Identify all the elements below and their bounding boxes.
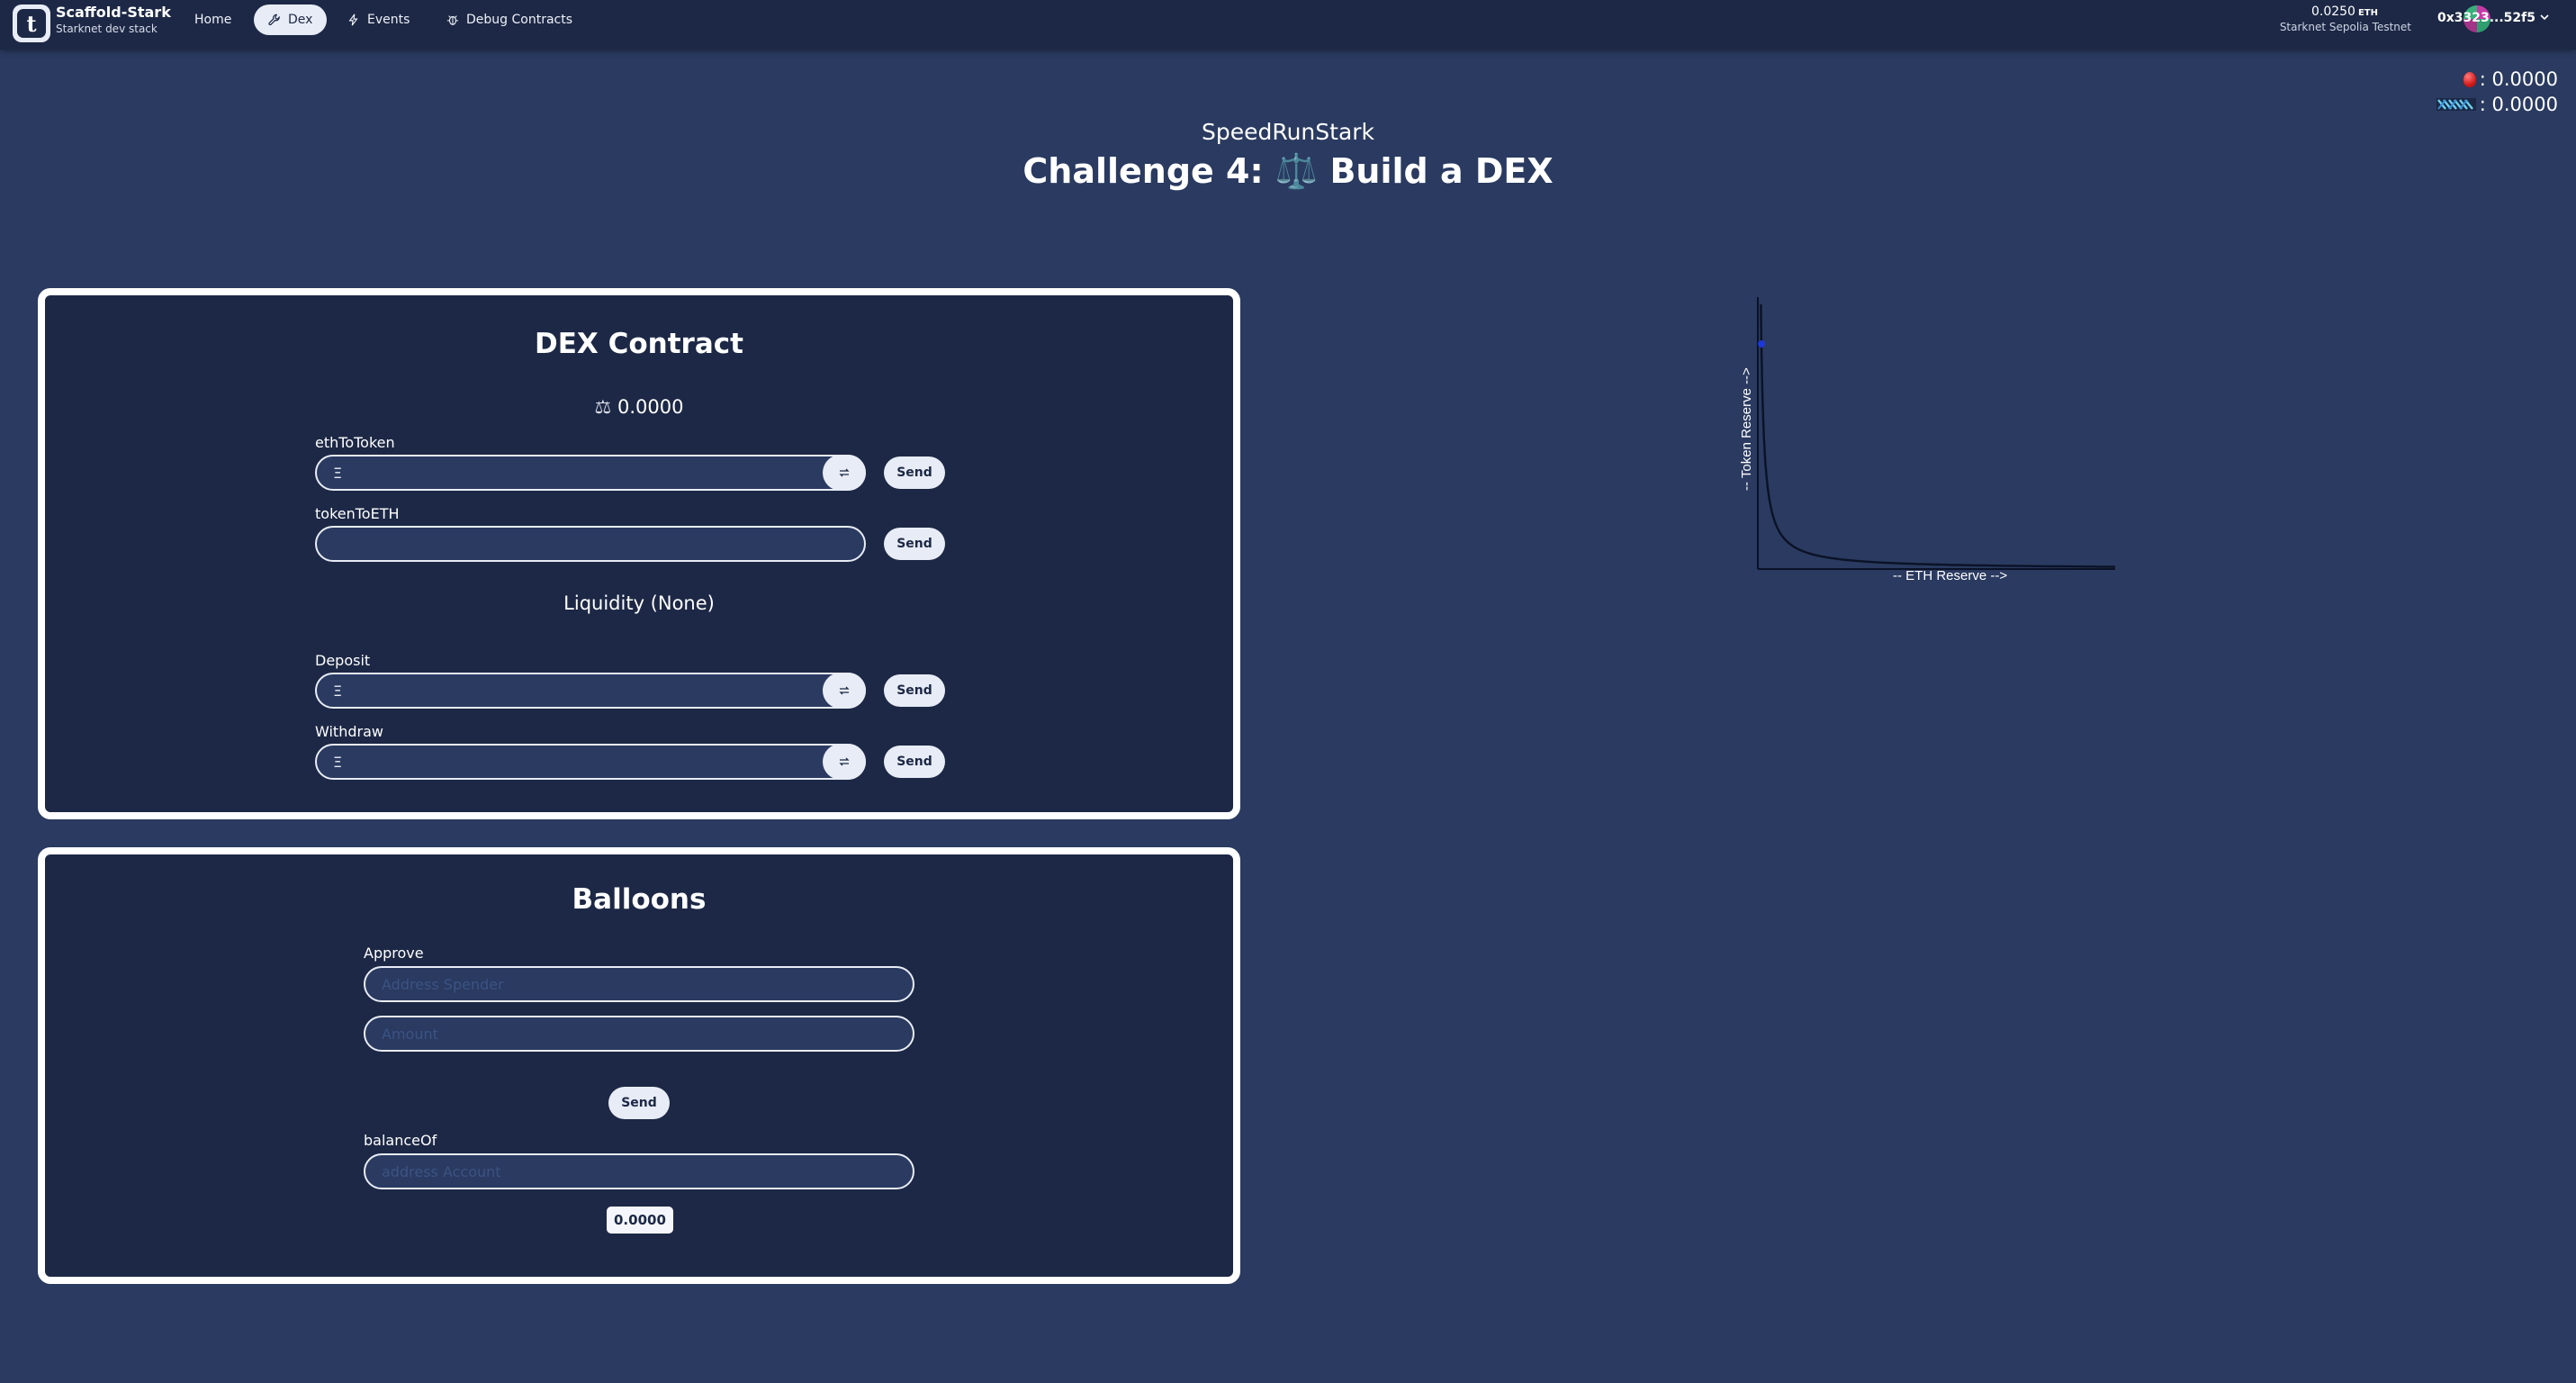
scale-icon: ⚖ [594,396,612,418]
swap-arrows-icon [839,757,850,766]
swap-arrows-icon [839,686,850,695]
balance-of-account-input[interactable]: address Account [364,1153,914,1189]
eth-symbol-icon: Ξ [333,753,343,771]
page-subtitle: SpeedRunStark [1201,119,1375,145]
bolt-icon [348,14,358,26]
chevron-down-icon[interactable] [2538,11,2551,23]
balloons-balance: : 0.0000 [2463,68,2558,90]
balance-of-label: balanceOf [364,1132,437,1149]
approve-amount-input[interactable]: Amount [364,1016,914,1052]
wrench-icon [268,14,280,26]
swap-arrows-button[interactable] [823,455,866,491]
current-reserve-point [1757,340,1765,348]
nav-debug-contracts[interactable]: Debug Contracts [432,5,587,35]
swap-arrows-button[interactable] [823,744,866,780]
deposit-input[interactable]: Ξ [315,673,866,709]
withdraw-send-button[interactable]: Send [884,746,945,778]
balloon-icon [2463,71,2476,87]
starknet-token-icon [2436,98,2476,111]
swap-arrows-icon [839,468,850,477]
balloons-card-title: Balloons [572,883,707,916]
nav-events-label: Events [367,13,410,27]
nav-home-label: Home [194,13,232,27]
approve-spender-input[interactable]: Address Spender [364,966,914,1002]
strk-balance: : 0.0000 [2436,94,2558,115]
balance-of-result: 0.0000 [607,1207,673,1234]
eth-balance-unit: ETH [2357,8,2378,18]
approve-amount-placeholder: Amount [382,1025,438,1043]
eth-to-token-label: ethToToken [315,434,395,451]
eth-to-token-send-button[interactable]: Send [884,456,945,489]
eth-balance-value: 0.0250 [2310,5,2355,19]
dex-balance: ⚖ 0.0000 [45,396,1233,418]
nav-dex[interactable]: Dex [254,5,328,35]
y-axis-label: -- Token Reserve --> [1739,367,1754,491]
scaffold-logo[interactable]: t [13,5,50,42]
brand-subtitle: Starknet dev stack [56,23,158,35]
eth-balance: 0.0250 ETH [2311,5,2378,19]
dex-card-title: DEX Contract [535,328,743,360]
reserve-curve-line [1760,303,2115,568]
token-to-eth-label: tokenToETH [315,505,400,522]
strk-balance-value: : 0.0000 [2479,94,2558,115]
liquidity-label: Liquidity (None) [563,592,715,614]
page-title: Challenge 4: ⚖️ Build a DEX [1022,151,1554,191]
x-axis-label: -- ETH Reserve --> [1893,568,2007,583]
deposit-label: Deposit [315,652,371,669]
brand-title: Scaffold-Stark [56,4,171,21]
deposit-send-button[interactable]: Send [884,674,945,707]
reserve-curve-chart: -- ETH Reserve --> -- Token Reserve --> [1739,297,2115,583]
token-to-eth-send-button[interactable]: Send [884,528,945,560]
eth-to-token-input[interactable]: Ξ [315,455,866,491]
eth-symbol-icon: Ξ [333,464,343,482]
scaffold-logo-mark: t [17,9,46,38]
withdraw-input[interactable]: Ξ [315,744,866,780]
withdraw-label: Withdraw [315,723,383,740]
nav-dex-label: Dex [288,13,313,27]
dex-balance-value: 0.0000 [617,396,684,418]
bug-icon [446,15,459,25]
approve-send-button[interactable]: Send [608,1087,670,1119]
nav-debug-contracts-label: Debug Contracts [466,13,573,27]
account-address[interactable]: 0x3323...52f5 [2437,11,2535,25]
balloons-balance-value: : 0.0000 [2479,68,2558,90]
nav-home[interactable]: Home [180,5,246,35]
balance-of-account-placeholder: address Account [382,1162,501,1180]
approve-spender-placeholder: Address Spender [382,975,504,993]
balloons-card: Balloons Approve Address Spender Amount … [38,847,1240,1284]
swap-arrows-button[interactable] [823,673,866,709]
token-to-eth-input[interactable] [315,526,866,562]
nav-events[interactable]: Events [333,5,424,35]
eth-symbol-icon: Ξ [333,682,343,700]
network-name: Starknet Sepolia Testnet [2279,21,2411,33]
approve-label: Approve [364,945,424,962]
top-navbar: t Scaffold-Stark Starknet dev stack Home… [0,0,2576,50]
dex-contract-card: DEX Contract ⚖ 0.0000 ethToToken Ξ Send … [38,288,1240,819]
